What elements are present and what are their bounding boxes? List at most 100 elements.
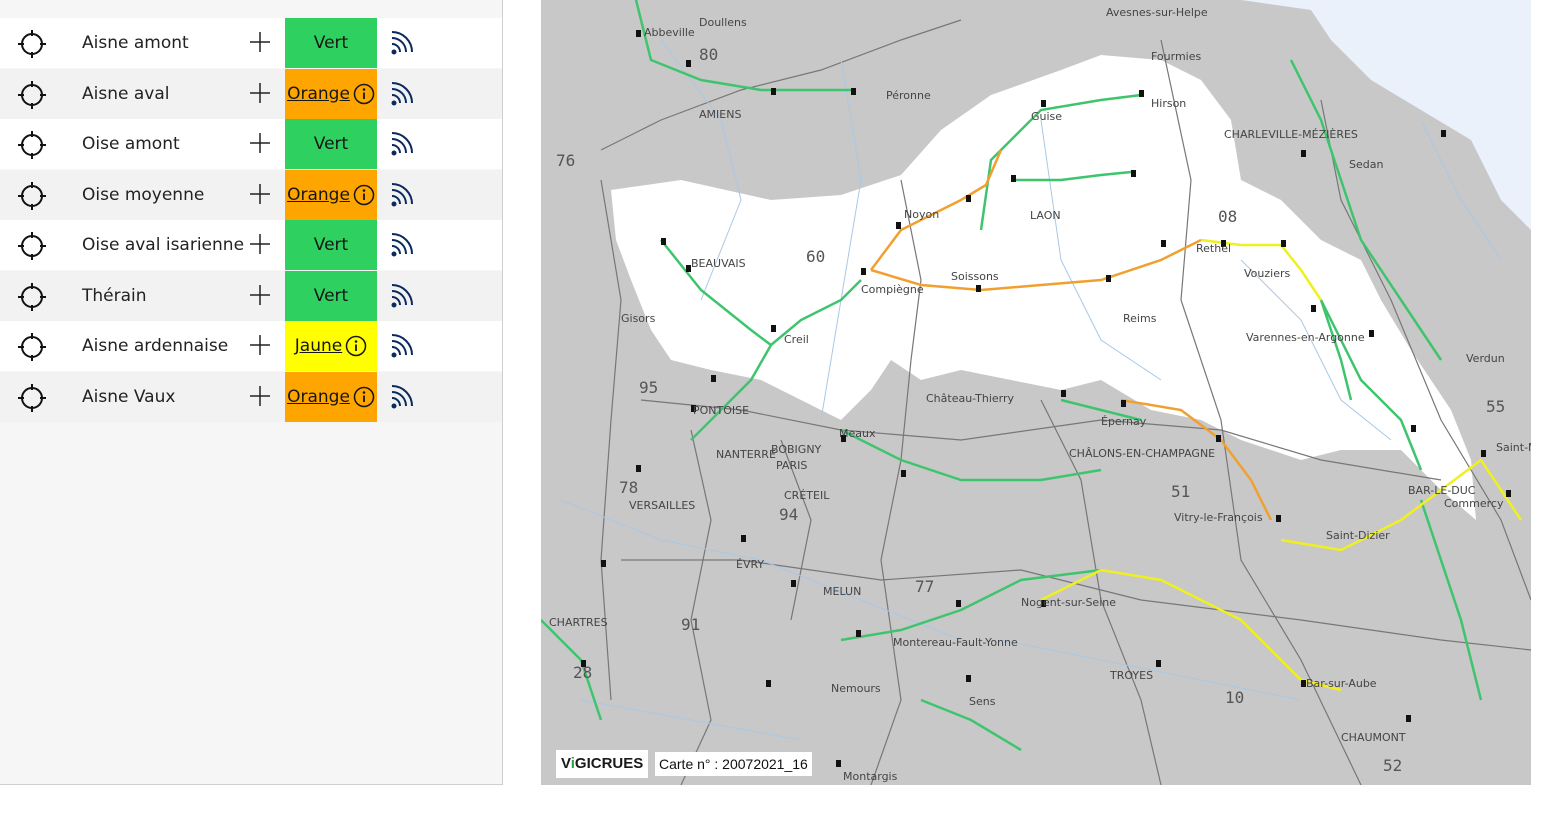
crosshair-icon[interactable]	[16, 129, 48, 161]
vigilance-status: Vert	[285, 18, 377, 68]
department-number: 94	[779, 505, 798, 524]
place-label: Noyon	[904, 208, 939, 221]
vigilance-level: Vert	[313, 33, 349, 53]
section-name: Thérain	[82, 285, 147, 306]
crosshair-icon[interactable]	[16, 28, 48, 60]
plus-icon[interactable]	[248, 182, 272, 206]
vigilance-status[interactable]: Orange	[285, 169, 377, 220]
rss-icon[interactable]	[388, 182, 418, 210]
section-name: Oise moyenne	[82, 184, 205, 205]
crosshair-icon[interactable]	[16, 281, 48, 313]
department-number: 08	[1218, 207, 1237, 226]
vigilance-status[interactable]: Jaune	[285, 321, 377, 371]
department-number: 80	[699, 45, 718, 64]
plus-icon[interactable]	[248, 30, 272, 54]
info-icon[interactable]	[345, 335, 367, 357]
map-card-number: Carte n° : 20072021_16	[655, 752, 812, 776]
place-label: LAON	[1030, 209, 1061, 222]
place-label: Saint-Dizier	[1326, 529, 1390, 542]
section-name: Oise amont	[82, 134, 180, 154]
section-row: Oise moyenne Orange	[0, 169, 502, 220]
vigilance-level: Vert	[313, 285, 349, 306]
info-icon[interactable]	[353, 386, 375, 408]
place-label: Creil	[784, 333, 809, 346]
vigicrues-map[interactable]: Avesnes-sur-Helpe Abbeville Doullens Fourmi…	[541, 0, 1531, 785]
place-label: Varennes-en-Argonne	[1246, 331, 1365, 344]
department-number: 28	[573, 663, 592, 682]
info-icon[interactable]	[353, 83, 375, 105]
plus-icon[interactable]	[248, 283, 272, 307]
vigicrues-logo-text: GICRUES	[574, 755, 644, 772]
place-label: Rethel	[1196, 242, 1231, 255]
vigilance-level-link[interactable]: Orange	[287, 185, 350, 205]
place-label: Abbeville	[644, 26, 695, 39]
place-label: Fourmies	[1151, 50, 1202, 63]
place-label: Nogent-sur-Seine	[1021, 596, 1116, 609]
place-label: NANTERRE	[716, 448, 776, 461]
vigilance-status: Vert	[285, 220, 377, 270]
department-number: 95	[639, 378, 658, 397]
section-row: Aisne aval Orange	[0, 68, 502, 119]
place-label: Montargis	[843, 770, 898, 783]
crosshair-icon[interactable]	[16, 230, 48, 262]
crosshair-icon[interactable]	[16, 79, 48, 111]
section-row: Aisne ardennaise Jaune	[0, 321, 502, 371]
plus-icon[interactable]	[248, 384, 272, 408]
rss-icon[interactable]	[388, 384, 418, 412]
rss-icon[interactable]	[388, 81, 418, 109]
section-name: Aisne aval	[82, 83, 170, 104]
department-number: 77	[915, 577, 934, 596]
rss-icon[interactable]	[388, 30, 418, 58]
map-canvas: Avesnes-sur-Helpe Abbeville Doullens Fourmi…	[541, 0, 1531, 785]
vigicrues-logo: ViGICRUES	[556, 750, 649, 778]
place-label: CHARLEVILLE-MÉZIÈRES	[1224, 128, 1358, 141]
place-label: Soissons	[951, 270, 999, 283]
place-label: CRÉTEIL	[784, 489, 830, 502]
place-label: Péronne	[886, 89, 931, 102]
crosshair-icon[interactable]	[16, 180, 48, 212]
place-label: ÉVRY	[736, 558, 764, 571]
rss-icon[interactable]	[388, 283, 418, 311]
plus-icon[interactable]	[248, 333, 272, 357]
plus-icon[interactable]	[248, 232, 272, 256]
rss-icon[interactable]	[388, 333, 418, 361]
section-name: Aisne amont	[82, 33, 189, 53]
rss-icon[interactable]	[388, 232, 418, 260]
place-label: PONTOISE	[693, 404, 749, 417]
vigilance-level-link[interactable]: Orange	[287, 84, 350, 104]
place-label: BAR-LE-DUC	[1408, 484, 1476, 497]
department-number: 91	[681, 615, 700, 634]
place-label: BEAUVAIS	[691, 257, 746, 270]
place-label: CHARTRES	[549, 616, 608, 629]
section-row: Aisne Vaux Orange	[0, 371, 502, 422]
place-label: Sedan	[1349, 158, 1383, 171]
vigilance-level: Vert	[313, 235, 349, 255]
section-row: Thérain Vert	[0, 270, 502, 321]
vigilance-level-link[interactable]: Orange	[287, 387, 350, 407]
info-icon[interactable]	[353, 184, 375, 206]
place-label: Commercy	[1444, 497, 1504, 510]
rss-icon[interactable]	[388, 131, 418, 159]
place-label: Avesnes-sur-Helpe	[1106, 6, 1208, 19]
place-label: Guise	[1031, 110, 1062, 123]
place-label: Vitry-le-François	[1174, 511, 1263, 524]
vigilance-panel: Aisne amont Vert Aisne aval Orange Oise amon…	[0, 0, 503, 785]
vigilance-status[interactable]: Orange	[285, 371, 377, 422]
place-label: VERSAILLES	[629, 499, 695, 512]
crosshair-icon[interactable]	[16, 382, 48, 414]
place-label: Doullens	[699, 16, 747, 29]
vigilance-status[interactable]: Orange	[285, 68, 377, 119]
vigilance-status: Vert	[285, 270, 377, 321]
section-name: Aisne ardennaise	[82, 336, 229, 356]
vigilance-level-link[interactable]: Jaune	[295, 336, 342, 356]
plus-icon[interactable]	[248, 81, 272, 105]
crosshair-icon[interactable]	[16, 331, 48, 363]
department-number: 52	[1383, 756, 1402, 775]
department-number: 10	[1225, 688, 1244, 707]
place-label: MELUN	[823, 585, 861, 598]
section-row: Oise amont Vert	[0, 119, 502, 169]
place-label: Nemours	[831, 682, 881, 695]
place-label: CHÂLONS-EN-CHAMPAGNE	[1069, 447, 1215, 460]
plus-icon[interactable]	[248, 131, 272, 155]
department-number: 78	[619, 478, 638, 497]
